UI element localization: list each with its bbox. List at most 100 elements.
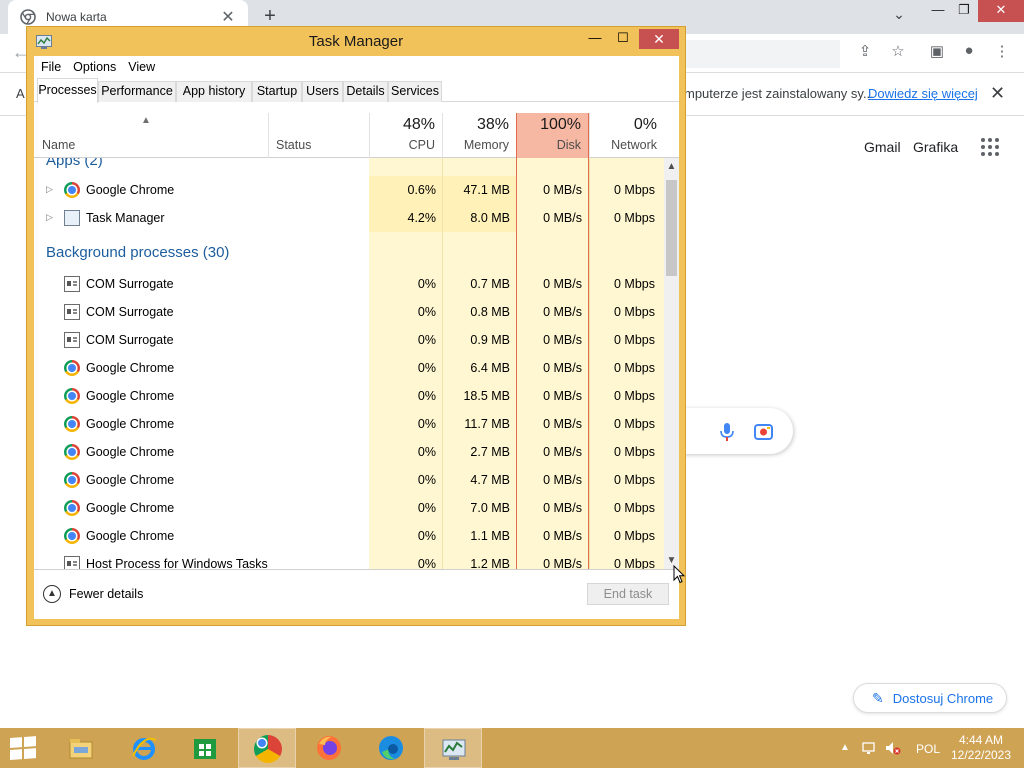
tab-users[interactable]: Users [302,81,343,102]
process-row[interactable]: Google Chrome 0% 11.7 MB 0 MB/s 0 Mbps [34,410,664,438]
bookmark-star-icon[interactable]: ☆ [886,42,910,64]
microphone-icon[interactable] [719,422,735,442]
chrome-icon [64,528,80,544]
clock[interactable]: 4:44 AM 12/22/2023 [948,733,1014,763]
column-network[interactable]: 0% Network [589,113,664,158]
process-name: Google Chrome [86,361,175,375]
taskbar-task-manager[interactable] [424,728,482,768]
process-row[interactable]: Google Chrome 0% 4.7 MB 0 MB/s 0 Mbps [34,466,664,494]
group-apps[interactable]: Apps (2) [46,158,103,169]
menu-view[interactable]: View [128,60,155,74]
taskbar-edge[interactable] [362,728,420,768]
column-name[interactable]: Name [42,138,75,152]
process-row[interactable]: Google Chrome 0% 2.7 MB 0 MB/s 0 Mbps [34,438,664,466]
expand-arrow-icon[interactable]: ▷ [46,184,53,195]
column-disk[interactable]: 100% Disk [516,113,589,158]
process-memory: 7.0 MB [470,501,510,515]
process-cpu: 0% [417,305,436,319]
browser-close-button[interactable]: ✕ [978,0,1024,22]
process-name: Google Chrome [86,473,175,487]
process-name: Google Chrome [86,501,175,515]
chrome-icon [64,182,80,198]
task-manager-titlebar[interactable]: Task Manager — ☐ ✕ [27,27,685,55]
tab-processes[interactable]: Processes [37,78,98,103]
taskbar-chrome[interactable] [238,728,296,768]
chevron-up-circle-icon[interactable]: ▲ [43,585,61,603]
google-apps-icon[interactable] [981,138,999,156]
clock-date: 12/22/2023 [950,748,1012,762]
column-status[interactable]: Status [268,113,369,158]
browser-restore-button[interactable]: ❐ [948,0,980,22]
close-tab-icon[interactable]: ✕ [216,7,240,27]
process-memory: 0.7 MB [470,277,510,291]
start-button[interactable] [0,728,58,768]
tab-details[interactable]: Details [343,81,388,102]
process-cpu: 4.2% [407,211,437,225]
language-indicator[interactable]: POL [916,742,940,756]
fewer-details-link[interactable]: Fewer details [69,587,143,601]
show-hidden-icons-icon[interactable]: ▲ [840,742,850,753]
process-list: Apps (2) Background processes (30) ▷ Goog… [34,158,664,569]
process-row[interactable]: COM Surrogate 0% 0.7 MB 0 MB/s 0 Mbps [34,270,664,298]
network-tray-icon[interactable] [862,740,878,756]
tab-services[interactable]: Services [388,81,442,102]
taskbar-firefox[interactable] [300,728,358,768]
customize-chrome-button[interactable]: ✎ Dostosuj Chrome [853,683,1007,713]
close-button[interactable]: ✕ [639,29,679,49]
process-memory: 4.7 MB [470,473,510,487]
taskbar-store[interactable] [176,728,234,768]
process-disk: 0 MB/s [543,445,582,459]
vertical-scrollbar[interactable]: ▲ ▼ [664,158,679,569]
scroll-up-icon[interactable]: ▲ [664,158,679,175]
menu-options[interactable]: Options [73,60,116,74]
memory-percent: 38% [476,116,509,133]
task-manager-client: File Options View Processes Performance … [34,56,679,619]
expand-arrow-icon[interactable]: ▷ [46,212,53,223]
images-link[interactable]: Grafika [913,139,958,155]
tab-app-history[interactable]: App history [176,81,252,102]
column-header: ▲ Name Status 48% CPU 38% Memory 100% Di… [34,113,679,158]
maximize-button[interactable]: ☐ [611,29,635,49]
taskbar-internet-explorer[interactable] [115,728,173,768]
tab-performance[interactable]: Performance [98,81,176,102]
minimize-button[interactable]: — [583,29,607,49]
taskbar-file-explorer[interactable] [52,728,110,768]
chrome-tab-icon [20,9,36,25]
disk-percent: 100% [540,116,581,133]
more-menu-icon[interactable]: ⋮ [990,42,1014,64]
scroll-thumb[interactable] [666,180,677,276]
column-cpu[interactable]: 48% CPU [369,113,442,158]
task-manager-window: Task Manager — ☐ ✕ File Options View Pro… [26,26,686,626]
end-task-button[interactable]: End task [587,583,669,605]
profile-avatar-icon[interactable]: ● [957,42,981,64]
column-memory[interactable]: 38% Memory [442,113,516,158]
volume-muted-icon[interactable] [885,740,901,756]
process-row[interactable]: Google Chrome 0% 7.0 MB 0 MB/s 0 Mbps [34,494,664,522]
google-lens-icon[interactable] [754,423,773,441]
tab-startup[interactable]: Startup [252,81,302,102]
file-explorer-icon [69,739,93,759]
process-network: 0 Mbps [614,557,655,569]
process-row[interactable]: Google Chrome 0% 18.5 MB 0 MB/s 0 Mbps [34,382,664,410]
infobar-close-icon[interactable]: ✕ [990,83,1005,104]
side-panel-icon[interactable]: ▣ [925,42,949,64]
network-label: Network [611,138,657,152]
new-tab-button[interactable]: + [258,4,282,28]
share-icon[interactable]: ⇪ [853,42,877,64]
footer: ▲ Fewer details End task [34,569,679,619]
process-row[interactable]: Host Process for Windows Tasks 0% 1.2 MB 0 … [34,550,664,569]
task-manager-icon [442,739,466,760]
chevron-down-icon[interactable]: ⌄ [887,6,911,26]
process-name: COM Surrogate [86,305,174,319]
process-row[interactable]: Google Chrome 0% 6.4 MB 0 MB/s 0 Mbps [34,354,664,382]
process-row[interactable]: Google Chrome 0% 1.1 MB 0 MB/s 0 Mbps [34,522,664,550]
learn-more-link[interactable]: Dowiedz się więcej [868,86,978,101]
process-row[interactable]: ▷ Task Manager 4.2% 8.0 MB 0 MB/s 0 Mbps [34,204,664,232]
menu-file[interactable]: File [41,60,61,74]
group-background[interactable]: Background processes (30) [46,244,229,261]
process-row[interactable]: COM Surrogate 0% 0.8 MB 0 MB/s 0 Mbps [34,298,664,326]
process-memory: 1.2 MB [470,557,510,569]
gmail-link[interactable]: Gmail [864,139,901,155]
process-row[interactable]: ▷ Google Chrome 0.6% 47.1 MB 0 MB/s 0 Mbps [34,176,664,204]
process-row[interactable]: COM Surrogate 0% 0.9 MB 0 MB/s 0 Mbps [34,326,664,354]
